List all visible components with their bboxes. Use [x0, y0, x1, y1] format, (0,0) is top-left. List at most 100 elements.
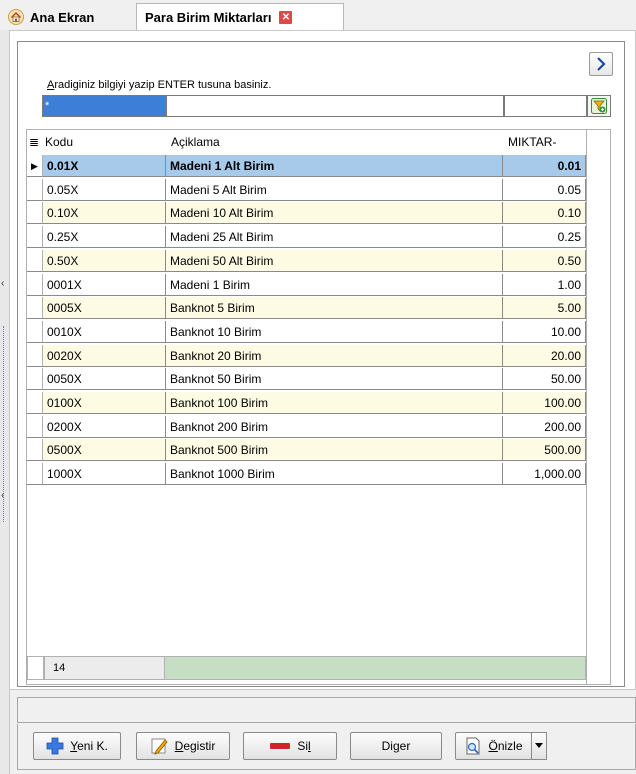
tab-para-birim-miktarlari[interactable]: Para Birim Miktarları ✕ — [136, 3, 344, 30]
tab-ana-ekran[interactable]: Ana Ekran — [8, 4, 136, 30]
edit-button[interactable]: Degistir — [136, 732, 230, 760]
cell-description[interactable]: Madeni 50 Alt Birim — [166, 249, 503, 272]
table-row[interactable]: 0010X Banknot 10 Birim 10.00 — [27, 320, 586, 343]
table-row[interactable]: 0.05X Madeni 5 Alt Birim 0.05 — [27, 178, 586, 201]
tab-label: Para Birim Miktarları — [145, 9, 272, 25]
print-preview-icon — [466, 737, 480, 755]
cell-code[interactable]: 0001X — [43, 273, 166, 296]
cell-code[interactable]: 0200X — [43, 415, 166, 438]
cell-amount[interactable]: 500.00 — [503, 439, 586, 462]
search-hint: Aradiginiz bilgiyi yazip ENTER tusuna ba… — [47, 79, 272, 91]
plus-icon — [46, 737, 64, 755]
cell-description[interactable]: Banknot 100 Birim — [166, 392, 503, 414]
row-indicator — [27, 320, 43, 343]
search-code-input[interactable] — [42, 95, 166, 117]
cell-amount[interactable]: 10.00 — [503, 320, 586, 343]
table-row[interactable]: ▶ 0.01X Madeni 1 Alt Birim 0.01 — [27, 155, 586, 177]
cell-code[interactable]: 0.25X — [43, 226, 166, 249]
cell-code[interactable]: 0.10X — [43, 202, 166, 225]
cell-amount[interactable]: 0.01 — [503, 155, 586, 177]
cell-amount[interactable]: 50.00 — [503, 368, 586, 391]
cell-code[interactable]: 0100X — [43, 392, 166, 414]
table-row[interactable]: 0100X Banknot 100 Birim 100.00 — [27, 392, 586, 414]
table-row[interactable]: 0020X Banknot 20 Birim 20.00 — [27, 344, 586, 367]
cell-code[interactable]: 1000X — [43, 463, 166, 486]
grid-header: ≣ Kodu Açiklama MIKTAR- — [27, 131, 586, 154]
cell-description[interactable]: Madeni 1 Birim — [166, 273, 503, 296]
cell-code[interactable]: 0010X — [43, 320, 166, 343]
close-icon[interactable]: ✕ — [279, 10, 293, 24]
cell-description[interactable]: Banknot 200 Birim — [166, 415, 503, 438]
table-row[interactable]: 0050X Banknot 50 Birim 50.00 — [27, 368, 586, 391]
cell-amount[interactable]: 1,000.00 — [503, 463, 586, 486]
next-button[interactable] — [589, 52, 613, 76]
cell-code[interactable]: 0500X — [43, 439, 166, 462]
preview-button[interactable]: Önizle — [455, 732, 532, 760]
minus-icon — [270, 743, 291, 749]
cell-code[interactable]: 0005X — [43, 297, 166, 320]
table-row[interactable]: 1000X Banknot 1000 Birim 1,000.00 — [27, 463, 586, 486]
new-button[interactable]: Yeni K. — [33, 732, 121, 760]
filter-button[interactable] — [587, 95, 611, 117]
cell-amount[interactable]: 200.00 — [503, 415, 586, 438]
row-indicator — [27, 226, 43, 249]
table-row[interactable]: 0500X Banknot 500 Birim 500.00 — [27, 439, 586, 462]
record-count: 14 — [44, 656, 165, 680]
row-indicator — [27, 344, 43, 367]
cell-description[interactable]: Banknot 1000 Birim — [166, 463, 503, 486]
row-indicator — [27, 463, 43, 486]
table-row[interactable]: 0200X Banknot 200 Birim 200.00 — [27, 415, 586, 438]
cell-code[interactable]: 0020X — [43, 344, 166, 367]
cell-description[interactable]: Banknot 5 Birim — [166, 297, 503, 320]
cell-code[interactable]: 0.50X — [43, 249, 166, 272]
column-header-miktar[interactable]: MIKTAR- — [508, 131, 556, 154]
column-chooser-icon[interactable]: ≣ — [29, 131, 39, 154]
cell-description[interactable]: Madeni 5 Alt Birim — [166, 178, 503, 201]
row-indicator — [27, 249, 43, 272]
table-row[interactable]: 0005X Banknot 5 Birim 5.00 — [27, 297, 586, 320]
footer-summary — [165, 656, 586, 680]
cell-description[interactable]: Madeni 1 Alt Birim — [166, 155, 503, 177]
cell-code[interactable]: 0.05X — [43, 178, 166, 201]
table-row[interactable]: 0001X Madeni 1 Birim 1.00 — [27, 273, 586, 296]
tab-bar: Ana Ekran Para Birim Miktarları ✕ — [0, 0, 636, 31]
cell-description[interactable]: Banknot 10 Birim — [166, 320, 503, 343]
cell-amount[interactable]: 0.50 — [503, 249, 586, 272]
cell-description[interactable]: Madeni 25 Alt Birim — [166, 226, 503, 249]
cell-description[interactable]: Banknot 500 Birim — [166, 439, 503, 462]
cell-amount[interactable]: 1.00 — [503, 273, 586, 296]
row-indicator — [27, 392, 43, 414]
preview-dropdown-button[interactable] — [531, 732, 547, 760]
cell-description[interactable]: Banknot 50 Birim — [166, 368, 503, 391]
table-row[interactable]: 0.10X Madeni 10 Alt Birim 0.10 — [27, 202, 586, 225]
search-amount-input[interactable] — [504, 95, 587, 117]
column-header-kodu[interactable]: Kodu — [45, 131, 73, 154]
row-indicator — [27, 439, 43, 462]
row-indicator — [27, 178, 43, 201]
funnel-icon — [591, 98, 607, 114]
search-description-input[interactable] — [166, 95, 504, 117]
other-button[interactable]: Diger — [350, 732, 442, 760]
chevron-left-icon[interactable]: ‹ — [1, 490, 4, 501]
cell-amount[interactable]: 0.10 — [503, 202, 586, 225]
chevron-left-icon[interactable]: ‹ — [1, 278, 4, 289]
cell-amount[interactable]: 20.00 — [503, 344, 586, 367]
status-bar — [17, 697, 636, 723]
cell-amount[interactable]: 5.00 — [503, 297, 586, 320]
row-indicator — [27, 368, 43, 391]
chevron-right-icon — [597, 57, 606, 71]
row-indicator — [27, 297, 43, 320]
table-row[interactable]: 0.50X Madeni 50 Alt Birim 0.50 — [27, 249, 586, 272]
home-icon — [8, 9, 24, 25]
cell-amount[interactable]: 0.05 — [503, 178, 586, 201]
row-indicator — [27, 202, 43, 225]
column-header-aciklama[interactable]: Açiklama — [171, 131, 220, 154]
cell-code[interactable]: 0.01X — [43, 155, 166, 177]
cell-code[interactable]: 0050X — [43, 368, 166, 391]
cell-amount[interactable]: 0.25 — [503, 226, 586, 249]
table-row[interactable]: 0.25X Madeni 25 Alt Birim 0.25 — [27, 226, 586, 249]
cell-description[interactable]: Banknot 20 Birim — [166, 344, 503, 367]
delete-button[interactable]: Sil — [243, 732, 337, 760]
cell-description[interactable]: Madeni 10 Alt Birim — [166, 202, 503, 225]
cell-amount[interactable]: 100.00 — [503, 392, 586, 414]
